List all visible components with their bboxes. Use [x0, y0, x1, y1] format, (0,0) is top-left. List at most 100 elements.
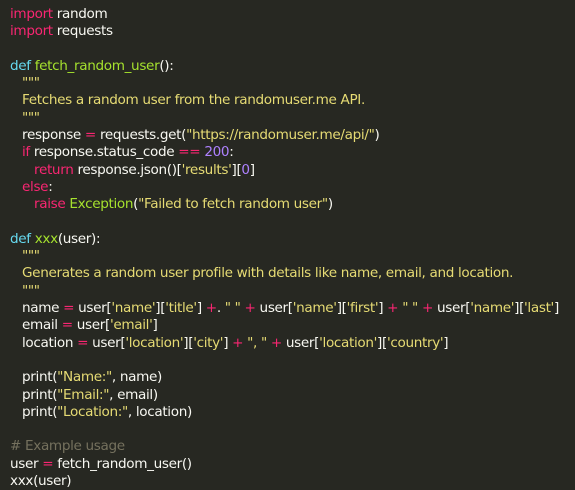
code-token: 'title': [165, 300, 197, 317]
code-line[interactable]: user = fetch_random_user(): [10, 456, 575, 473]
code-line[interactable]: Generates a random user profile with det…: [10, 265, 575, 282]
code-line[interactable]: [10, 421, 575, 438]
code-line[interactable]: else:: [10, 179, 575, 196]
code-token: ]: [378, 300, 388, 317]
code-token: =: [63, 300, 75, 317]
code-line[interactable]: print("Name:", name): [10, 369, 575, 386]
code-editor[interactable]: import random import requests def fetch_r…: [0, 0, 575, 489]
code-line[interactable]: """: [10, 248, 575, 265]
code-token: =: [84, 127, 96, 144]
code-line[interactable]: location = user['location']['city'] + ",…: [10, 335, 575, 352]
code-token: user: [10, 455, 43, 472]
code-token: ]: [196, 300, 206, 317]
code-line[interactable]: """: [10, 110, 575, 127]
code-line[interactable]: Fetches a random user from the randomuse…: [10, 92, 575, 109]
code-token: ]: [249, 161, 255, 178]
code-token: fetch_random_user: [34, 57, 160, 74]
code-token: ]: [152, 317, 158, 334]
code-token: "Location:": [57, 403, 128, 420]
code-token: 'last': [524, 300, 554, 317]
code-line[interactable]: print("Email:", email): [10, 387, 575, 404]
code-block[interactable]: import random import requests def fetch_r…: [10, 6, 575, 490]
code-line[interactable]: """: [10, 75, 575, 92]
code-token: 'city': [193, 334, 224, 351]
code-token: ]: [553, 300, 559, 317]
code-token: =: [61, 317, 73, 334]
code-token: 'name': [292, 300, 337, 317]
code-token: if: [22, 144, 30, 161]
code-token: response.json()[: [73, 161, 182, 178]
code-token: response: [22, 127, 85, 144]
code-token: 'email': [109, 317, 153, 334]
code-token: , name): [111, 369, 162, 386]
code-token: +: [205, 300, 217, 317]
code-token: +: [244, 300, 256, 317]
code-line[interactable]: return response.json()['results'][0]: [10, 162, 575, 179]
code-token: .: [216, 300, 225, 317]
code-line[interactable]: print("Location:", location): [10, 404, 575, 421]
code-token: ): [374, 127, 380, 144]
code-line[interactable]: name = user['name']['title'] +. " " + us…: [10, 300, 575, 317]
code-token: ][: [514, 300, 525, 317]
code-token: 'location': [125, 334, 184, 351]
code-line[interactable]: [10, 214, 575, 231]
code-token: xxx: [34, 230, 58, 247]
code-token: 'first': [346, 300, 379, 317]
code-token: """: [22, 248, 40, 265]
code-token: 'name': [470, 300, 515, 317]
code-token: ][: [377, 334, 387, 351]
code-token: 'location': [319, 334, 378, 351]
code-token: 'results': [181, 161, 232, 178]
code-token: (user):: [57, 230, 101, 247]
code-token: response.status_code: [29, 144, 179, 161]
code-token: ]: [443, 334, 449, 351]
code-token: "https://randomuser.me/api/": [186, 127, 375, 144]
code-token: "Name:": [57, 369, 112, 386]
code-token: fetch_random_user(): [53, 455, 192, 472]
code-line[interactable]: [10, 352, 575, 369]
code-token: requests.get(: [95, 127, 187, 144]
code-token: """: [22, 109, 40, 126]
code-line[interactable]: """: [10, 283, 575, 300]
code-line[interactable]: def xxx(user):: [10, 231, 575, 248]
code-token: =: [77, 334, 89, 351]
code-token: location: [22, 334, 78, 351]
code-token: ][: [336, 300, 347, 317]
code-token: ][: [155, 300, 166, 317]
code-line[interactable]: import requests: [10, 23, 575, 40]
code-token: random: [52, 6, 108, 22]
code-token: return: [34, 161, 74, 178]
code-line[interactable]: def fetch_random_user():: [10, 58, 575, 75]
code-line[interactable]: import random: [10, 6, 575, 23]
code-token: import: [10, 23, 53, 40]
code-token: print(: [22, 369, 58, 386]
code-line[interactable]: if response.status_code == 200:: [10, 144, 575, 161]
code-token: :: [229, 144, 234, 161]
code-token: ", ": [247, 334, 267, 351]
code-token: "Failed to fetch random user": [138, 196, 328, 213]
code-token: +: [421, 300, 433, 317]
code-token: print(: [22, 403, 58, 420]
code-line[interactable]: response = requests.get("https://randomu…: [10, 127, 575, 144]
code-token: 200: [204, 144, 230, 161]
code-token: user[: [255, 300, 294, 317]
code-line[interactable]: email = user['email']: [10, 317, 575, 334]
code-token: xxx(user): [10, 473, 72, 490]
code-token: 0: [241, 161, 250, 178]
code-token: user[: [433, 300, 471, 317]
code-token: +: [270, 334, 282, 351]
code-token: def: [10, 230, 31, 247]
code-line[interactable]: # Example usage: [10, 438, 575, 455]
code-token: "Email:": [57, 386, 110, 403]
code-token: user[: [88, 334, 126, 351]
code-token: , email): [109, 386, 158, 403]
code-token: =: [42, 455, 54, 472]
code-line[interactable]: [10, 41, 575, 58]
code-token: , location): [127, 403, 192, 420]
code-token: email: [22, 317, 62, 334]
code-line[interactable]: xxx(user): [10, 473, 575, 490]
code-token: user[: [281, 334, 320, 351]
code-token: 'name': [111, 300, 156, 317]
code-line[interactable]: raise Exception("Failed to fetch random …: [10, 196, 575, 213]
code-token: # Example usage: [10, 438, 125, 455]
